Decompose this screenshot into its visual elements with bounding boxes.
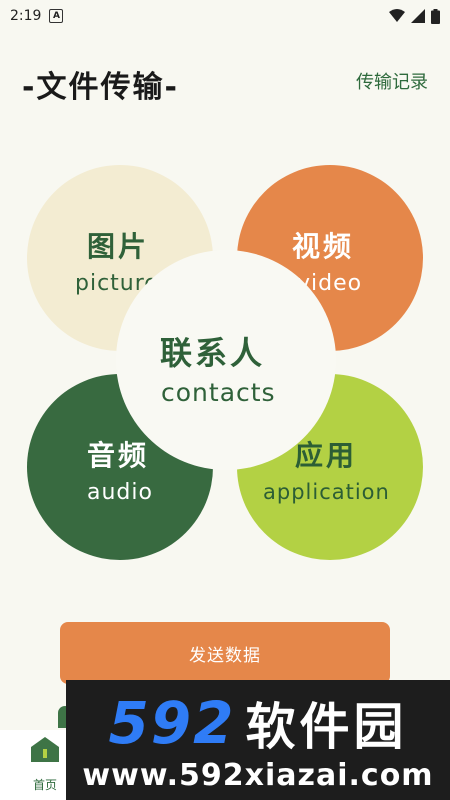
- nav-home[interactable]: 首页: [20, 730, 70, 800]
- watermark-logo-number: 592: [108, 689, 236, 757]
- status-left: 2:19 A: [10, 8, 64, 24]
- wifi-icon: [389, 9, 405, 22]
- category-contacts-label: 联系人: [160, 334, 266, 372]
- category-application-sublabel: application: [263, 480, 390, 504]
- category-audio-sublabel: audio: [87, 480, 153, 505]
- status-time: 2:19: [10, 8, 42, 24]
- category-contacts-sublabel: contacts: [161, 378, 276, 407]
- cellular-signal-icon: [411, 9, 425, 23]
- watermark-logo: 592 软件园: [66, 688, 450, 758]
- nav-home-label: 首页: [32, 778, 57, 792]
- home-icon: [31, 737, 59, 762]
- status-right: [389, 8, 440, 24]
- battery-icon: [431, 8, 440, 24]
- category-video-label: 视频: [292, 230, 355, 263]
- category-application-label: 应用: [295, 439, 358, 472]
- category-audio-label: 音频: [87, 439, 150, 472]
- notification-icon: A: [49, 9, 64, 23]
- watermark-logo-text: 软件园: [245, 698, 408, 756]
- status-bar: 2:19 A: [0, 0, 450, 32]
- watermark-url: www.592xiazai.com: [82, 758, 434, 793]
- transfer-history-link[interactable]: 传输记录: [356, 68, 428, 94]
- watermark-banner: 592 软件园 www.592xiazai.com: [66, 680, 450, 800]
- page-title: -文件传输-: [22, 70, 179, 105]
- category-contacts[interactable]: 联系人 contacts: [116, 250, 336, 470]
- category-picture-label: 图片: [87, 230, 150, 263]
- send-data-button[interactable]: 发送数据: [60, 622, 390, 684]
